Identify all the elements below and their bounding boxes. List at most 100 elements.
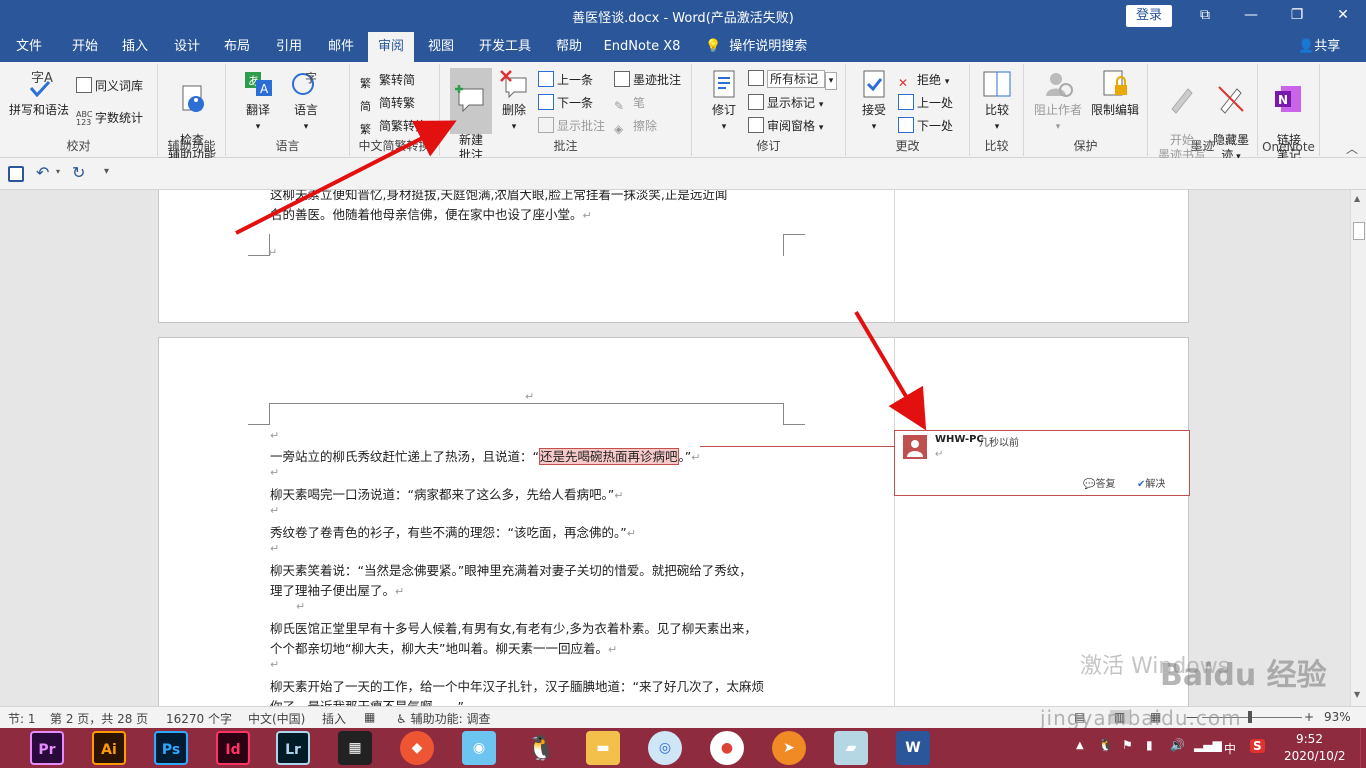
bird-app-icon[interactable]: ◉ [462,731,496,765]
comment-time: 几秒以前 [979,438,1019,449]
review-pane-button[interactable]: 审阅窗格 ▾ [748,116,823,136]
zoom-in-icon[interactable]: + [1304,710,1314,724]
login-button[interactable]: 登录 [1126,5,1172,27]
photoshop-app-icon[interactable]: Ps [154,731,188,765]
tab-mailings[interactable]: 邮件 [318,32,364,62]
pen-button[interactable]: ✎ 笔 [614,93,645,113]
comment-text-cursor[interactable]: ↵ [935,449,943,460]
tab-insert[interactable]: 插入 [112,32,158,62]
clock-date[interactable]: 2020/10/2 [1284,749,1346,763]
compare-button[interactable]: 比较 ▾ [974,68,1020,135]
tray-expand-icon[interactable]: ▲ [1076,740,1084,751]
status-page[interactable]: 第 2 页，共 28 页 [50,710,148,727]
volume-icon[interactable]: 🔊 [1170,738,1185,752]
tab-layout[interactable]: 布局 [214,32,260,62]
status-language[interactable]: 中文(中国) [248,710,305,727]
crop-mark [248,234,270,256]
ime-indicator[interactable]: 中 [1224,740,1236,757]
status-accessibility[interactable]: ♿ 辅助功能: 调查 [396,710,490,727]
sogou-icon[interactable]: S [1250,739,1265,753]
track-changes-button[interactable]: 修订 ▾ [702,68,746,135]
chrome-app-icon[interactable]: ● [710,731,744,765]
tray-flag-icon[interactable]: ⚑ [1122,738,1133,752]
collapse-ribbon-icon[interactable]: ︿ [1346,140,1358,157]
paragraph-mark: ↵ [270,504,280,517]
trad-to-simp-button[interactable]: 繁繁转简 [360,70,415,90]
video-editor-app-icon[interactable]: ▦ [338,731,372,765]
orange-app-icon[interactable]: ➤ [772,731,806,765]
lightroom-app-icon[interactable]: Lr [276,731,310,765]
thesaurus-button[interactable]: 同义词库 [76,76,143,96]
ribbon-display-icon[interactable]: ⧉ [1182,0,1228,32]
tab-developer[interactable]: 开发工具 [474,32,536,62]
premiere-app-icon[interactable]: Pr [30,731,64,765]
resolve-button[interactable]: ✔解决 [1137,475,1165,490]
tab-review[interactable]: 审阅 [368,32,414,62]
tab-help[interactable]: 帮助 [546,32,592,62]
reject-button[interactable]: ✕ 拒绝 ▾ [898,70,949,90]
next-change-button[interactable]: 下一处 [898,116,953,136]
word-app-icon[interactable]: W [896,731,930,765]
share-button[interactable]: 👤共享 [1298,32,1340,62]
next-comment-button[interactable]: 下一条 [538,93,593,113]
markup-display-dropdown[interactable]: 所有标记 ▾ [748,69,837,90]
chinese-convert-button[interactable]: 繁简繁转换 [360,116,427,136]
previous-change-button[interactable]: 上一处 [898,93,953,113]
illustrator-app-icon[interactable]: Ai [92,731,126,765]
show-desktop-button[interactable] [1360,728,1366,768]
tell-me-search[interactable]: 💡 操作说明搜索 [705,32,807,62]
close-button[interactable]: ✕ [1320,0,1366,32]
vertical-scrollbar[interactable]: ▲ ▼ [1350,190,1366,706]
maximize-button[interactable]: ❐ [1274,0,1320,32]
tray-battery-icon[interactable]: ▮ [1146,738,1153,752]
tab-view[interactable]: 视图 [418,32,464,62]
network-icon[interactable]: ▂▄▆ [1194,738,1222,752]
scroll-thumb[interactable] [1353,222,1365,240]
zoom-slider-thumb[interactable] [1248,711,1252,723]
ink-comment-button[interactable]: 墨迹批注 [614,70,681,90]
tab-file[interactable]: 文件 [6,32,52,62]
qq-app-icon[interactable]: 🐧 [524,731,558,765]
show-markup-button[interactable]: 显示标记 ▾ [748,93,823,113]
status-section[interactable]: 节: 1 [8,710,36,727]
spelling-grammar-button[interactable]: 字A 拼写和语法 [6,68,72,118]
restrict-editing-button[interactable]: 限制编辑 [1086,68,1144,118]
tab-references[interactable]: 引用 [266,32,312,62]
block-authors-button[interactable]: 阻止作者 ▾ [1030,68,1086,135]
clock-time[interactable]: 9:52 [1296,732,1323,746]
word-count-button[interactable]: ABC 123 字数统计 [76,108,143,128]
translate-button[interactable]: あA 翻译 ▾ [234,68,282,135]
tab-home[interactable]: 开始 [62,32,108,62]
macro-record-icon[interactable]: ▦ [364,710,375,724]
save-icon[interactable] [8,166,24,182]
comment-balloon[interactable]: WHW-PC 几秒以前 ↵ 💬答复 ✔解决 [894,430,1190,496]
customize-qat-icon[interactable]: ▾ [104,166,109,177]
indesign-app-icon[interactable]: Id [216,731,250,765]
scroll-down-icon[interactable]: ▼ [1354,690,1360,699]
tab-design[interactable]: 设计 [164,32,210,62]
undo-dropdown-icon[interactable]: ▾ [56,167,60,176]
colorful-app-icon[interactable]: ◆ [400,731,434,765]
accept-button[interactable]: 接受 ▾ [852,68,896,135]
status-word-count[interactable]: 16270 个字 [166,710,232,727]
simp-to-trad-button[interactable]: 简简转繁 [360,93,415,113]
undo-icon[interactable]: ↶ [36,163,49,182]
status-insert-mode[interactable]: 插入 [322,710,346,727]
reply-button[interactable]: 💬答复 [1083,475,1115,490]
scroll-up-icon[interactable]: ▲ [1354,194,1360,203]
file-explorer-app-icon[interactable]: ▬ [586,731,620,765]
tab-endnote[interactable]: EndNote X8 [600,32,684,62]
tray-qq-icon[interactable]: 🐧 [1098,738,1113,752]
eraser-button[interactable]: ◈ 擦除 [614,116,657,136]
minimize-button[interactable]: — [1228,0,1274,32]
language-button[interactable]: 字 语言 ▾ [282,68,330,135]
commented-text[interactable]: 还是先喝碗热面再诊病吧 [538,448,679,465]
browser-app-icon[interactable]: ◎ [648,731,682,765]
zoom-level[interactable]: 93% [1324,710,1351,724]
show-comments-button[interactable]: 显示批注 [538,116,605,136]
delete-comment-button[interactable]: 删除 ▾ [494,68,534,135]
new-comment-button[interactable]: 新建 批注 [450,68,492,162]
previous-comment-button[interactable]: 上一条 [538,70,593,90]
notes-app-icon[interactable]: ▰ [834,731,868,765]
redo-icon[interactable]: ↻ [72,163,85,182]
